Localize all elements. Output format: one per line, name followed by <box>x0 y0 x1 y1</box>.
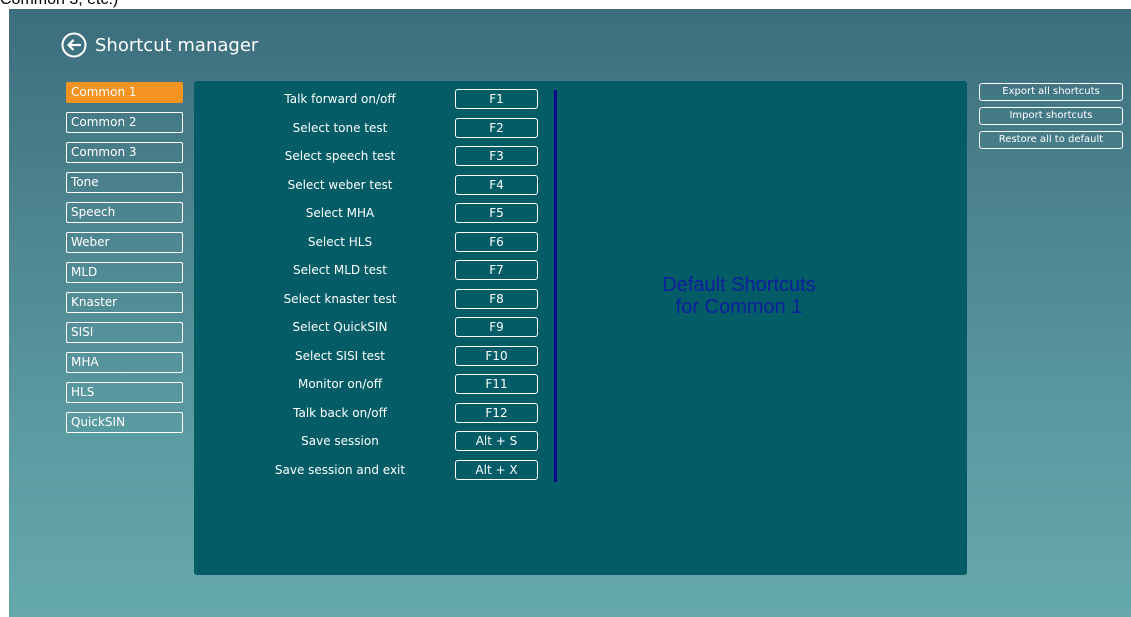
shortcuts-panel: Talk forward on/off F1 Select tone test … <box>194 81 967 575</box>
shortcut-label: Select MLD test <box>293 263 387 277</box>
shortcut-label: Monitor on/off <box>297 377 383 391</box>
shortcut-label: Select SISI test <box>294 349 385 363</box>
category-sisi[interactable]: SISI <box>66 322 183 343</box>
shortcut-label: Select knaster test <box>283 292 397 306</box>
category-common-3[interactable]: Common 3 <box>66 142 183 163</box>
shortcut-row: Talk back on/off F12 <box>194 403 554 423</box>
action-buttons: Export all shortcuts Import shortcuts Re… <box>979 83 1124 155</box>
category-speech[interactable]: Speech <box>66 202 183 223</box>
shortcut-key-field[interactable]: F9 <box>455 317 538 337</box>
shortcut-manager-window: Shortcut manager Common 1 Common 2 Commo… <box>9 9 1131 617</box>
shortcut-label: Select HLS <box>307 235 373 249</box>
category-hls[interactable]: HLS <box>66 382 183 403</box>
shortcut-key-field[interactable]: F4 <box>455 175 538 195</box>
category-mha[interactable]: MHA <box>66 352 183 373</box>
shortcut-row: Talk forward on/off F1 <box>194 89 554 109</box>
category-quicksin[interactable]: QuickSIN <box>66 412 183 433</box>
shortcut-label: Select QuickSIN <box>292 320 388 334</box>
shortcut-row: Save session and exit Alt + X <box>194 460 554 480</box>
shortcut-key-field[interactable]: F7 <box>455 260 538 280</box>
shortcut-row: Monitor on/off F11 <box>194 374 554 394</box>
shortcut-key-field[interactable]: Alt + S <box>455 431 538 451</box>
back-button[interactable] <box>61 32 87 58</box>
shortcut-row: Select QuickSIN F9 <box>194 317 554 337</box>
shortcut-key-field[interactable]: F6 <box>455 232 538 252</box>
import-shortcuts-button[interactable]: Import shortcuts <box>979 107 1123 125</box>
shortcut-row: Select tone test F2 <box>194 118 554 138</box>
shortcut-label: Talk back on/off <box>293 406 387 420</box>
shortcut-key-field[interactable]: Alt + X <box>455 460 538 480</box>
shortcut-key-field[interactable]: F3 <box>455 146 538 166</box>
shortcut-row: Select MHA F5 <box>194 203 554 223</box>
shortcut-label: Select MHA <box>305 206 375 220</box>
shortcut-label: Select weber test <box>287 178 393 192</box>
category-common-2[interactable]: Common 2 <box>66 112 183 133</box>
category-mld[interactable]: MLD <box>66 262 183 283</box>
page-caption: Common 3, etc.) <box>0 0 118 9</box>
shortcut-row: Select MLD test F7 <box>194 260 554 280</box>
shortcut-label: Select tone test <box>292 121 388 135</box>
shortcut-key-field[interactable]: F8 <box>455 289 538 309</box>
shortcut-key-field[interactable]: F2 <box>455 118 538 138</box>
vertical-divider <box>554 90 557 482</box>
arrow-left-circle-icon <box>61 32 87 58</box>
shortcut-key-field[interactable]: F11 <box>455 374 538 394</box>
shortcut-row: Select knaster test F8 <box>194 289 554 309</box>
shortcut-key-field[interactable]: F10 <box>455 346 538 366</box>
shortcut-label: Talk forward on/off <box>284 92 396 106</box>
shortcut-row: Save session Alt + S <box>194 431 554 451</box>
category-knaster[interactable]: Knaster <box>66 292 183 313</box>
category-common-1[interactable]: Common 1 <box>66 82 183 103</box>
shortcut-row: Select HLS F6 <box>194 232 554 252</box>
default-shortcuts-line-1: Default Shortcuts <box>662 274 816 296</box>
shortcut-label: Save session and exit <box>274 463 406 477</box>
shortcut-key-field[interactable]: F1 <box>455 89 538 109</box>
shortcut-label: Save session <box>301 434 379 448</box>
shortcut-row: Select SISI test F10 <box>194 346 554 366</box>
default-shortcuts-heading: Default Shortcuts for Common 1 <box>574 274 904 318</box>
page-title: Shortcut manager <box>95 34 259 56</box>
header: Shortcut manager <box>61 30 258 60</box>
category-list: Common 1 Common 2 Common 3 Tone Speech W… <box>66 82 184 442</box>
category-weber[interactable]: Weber <box>66 232 183 253</box>
default-shortcuts-line-2: for Common 1 <box>675 296 803 318</box>
export-all-shortcuts-button[interactable]: Export all shortcuts <box>979 83 1123 101</box>
shortcut-key-field[interactable]: F12 <box>455 403 538 423</box>
category-tone[interactable]: Tone <box>66 172 183 193</box>
shortcut-key-field[interactable]: F5 <box>455 203 538 223</box>
restore-all-to-default-button[interactable]: Restore all to default <box>979 131 1123 149</box>
shortcut-row: Select weber test F4 <box>194 175 554 195</box>
shortcut-row: Select speech test F3 <box>194 146 554 166</box>
shortcut-label: Select speech test <box>284 149 396 163</box>
